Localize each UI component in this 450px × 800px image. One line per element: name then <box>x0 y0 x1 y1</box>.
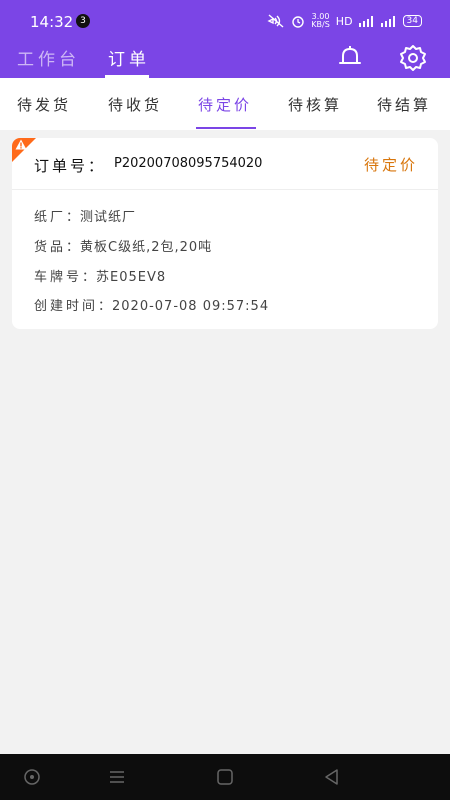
paper-mill-label: 纸厂 <box>34 210 67 225</box>
goods-row: 货品：黄板C级纸,2包,20吨 <box>34 236 212 255</box>
gear-icon[interactable] <box>399 44 427 72</box>
created-time-value: ：2020-07-08 09:57:54 <box>98 299 270 314</box>
mute-icon <box>267 14 284 28</box>
created-time-label: 创建时间 <box>34 299 99 314</box>
battery-indicator: 34 <box>402 15 422 27</box>
plate-number-value: ：苏E05EV8 <box>82 270 167 285</box>
tab-pending-receipt[interactable]: 待收货 <box>108 94 162 115</box>
network-speed: 3.00 KB/S <box>311 12 330 29</box>
paper-mill-row: 纸厂：测试纸厂 <box>34 206 136 225</box>
goods-label: 货品 <box>34 240 67 255</box>
paper-mill-value: ：测试纸厂 <box>66 210 137 225</box>
alarm-icon <box>292 16 304 28</box>
plate-number-label: 车牌号 <box>34 270 83 285</box>
assistant-icon[interactable] <box>23 768 41 786</box>
menu-icon[interactable] <box>108 768 126 786</box>
home-icon[interactable] <box>216 768 234 786</box>
order-number-value: P20200708095754020 <box>114 156 263 171</box>
notification-count-badge: 3 <box>76 14 90 28</box>
hd-indicator: HD <box>335 14 353 28</box>
bell-icon[interactable] <box>337 44 363 70</box>
tab-order[interactable]: 订单 <box>108 45 150 70</box>
order-card-header: 订单号： P20200708095754020 待定价 <box>12 138 438 190</box>
app-header: 14:32 3 3.00 KB/S HD 34 工作台 订单 <box>0 0 450 78</box>
back-icon[interactable] <box>323 768 341 786</box>
order-card[interactable]: 订单号： P20200708095754020 待定价 纸厂：测试纸厂 货品：黄… <box>12 138 438 329</box>
tab-pending-accounting[interactable]: 待核算 <box>288 94 342 115</box>
order-status-tabs: 待发货 待收货 待定价 待核算 待结算 <box>0 78 450 130</box>
status-time: 14:32 <box>30 13 74 31</box>
plate-number-row: 车牌号：苏E05EV8 <box>34 266 166 285</box>
sub-tab-indicator <box>196 127 256 129</box>
tab-workbench[interactable]: 工作台 <box>17 45 80 70</box>
signal-icon-2 <box>380 15 397 27</box>
tab-pending-shipment[interactable]: 待发货 <box>17 94 71 115</box>
created-time-row: 创建时间：2020-07-08 09:57:54 <box>34 295 269 314</box>
tab-pending-pricing[interactable]: 待定价 <box>198 94 252 115</box>
order-status: 待定价 <box>363 156 418 174</box>
status-icons: 3.00 KB/S HD 34 <box>267 13 422 29</box>
order-number-label: 订单号： <box>34 157 107 175</box>
header-tabs: 工作台 订单 <box>0 40 450 78</box>
signal-icon <box>358 15 375 27</box>
system-nav-bar <box>0 754 450 800</box>
tab-pending-settlement[interactable]: 待结算 <box>377 94 431 115</box>
status-bar: 14:32 3 3.00 KB/S HD 34 <box>0 0 450 40</box>
goods-value: ：黄板C级纸,2包,20吨 <box>66 240 213 255</box>
